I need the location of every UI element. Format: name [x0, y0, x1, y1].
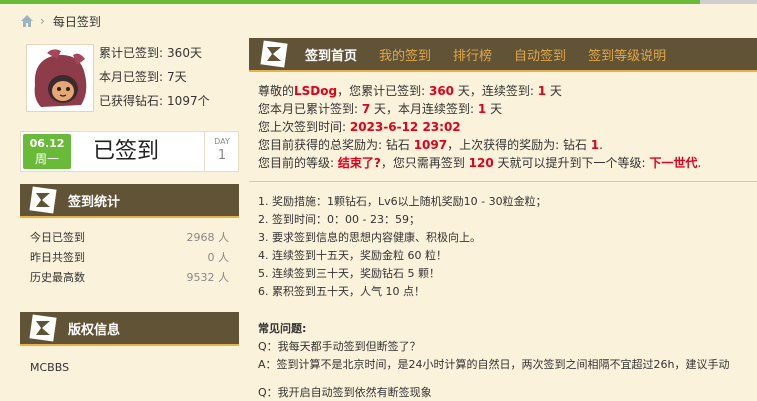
copyright-panel-header: 版权信息: [20, 312, 239, 346]
current-level: 结束了?: [337, 156, 381, 170]
info-text: 您目前获得的总奖励为: 钻石: [258, 138, 414, 152]
info-text: 天，本月连续签到:: [370, 102, 478, 116]
info-line-3: 您上次签到时间: 2023-6-12 23:02: [258, 118, 701, 136]
info-text: 天，连续签到:: [454, 84, 538, 98]
info-line-4: 您目前获得的总奖励为: 钻石 1097，上次获得的奖励为: 钻石 1.: [258, 136, 701, 154]
info-line-1: 尊敬的LSDog，您累计已签到: 360 天，连续签到: 1 天: [258, 82, 701, 100]
rule-item: 6. 累积签到五十天，人气 10 点！: [258, 285, 425, 298]
streak-days: 1: [537, 84, 547, 98]
stats-value: 9532 人: [186, 271, 230, 284]
info-text: .: [697, 156, 702, 170]
username[interactable]: LSDog: [294, 84, 337, 98]
info-line-2: 您本月已累计签到: 7 天，本月连续签到: 1 天: [258, 100, 701, 118]
total-signed-label: 累计已签到:: [99, 46, 164, 60]
rules-list: 1. 奖励措施：1颗钻石，Lv6以上随机奖励10 - 30粒金粒； 2. 签到时…: [258, 193, 547, 301]
faq-answer: A：签到计算不是北京时间，是24小时计算的自然日，两次签到之间相隔不宜超过26h…: [258, 358, 730, 371]
copyright-title: 版权信息: [68, 322, 121, 338]
info-text: 尊敬的: [258, 84, 295, 98]
rule-item: 1. 奖励措施：1颗钻石，Lv6以上随机奖励10 - 30粒金粒；: [258, 195, 547, 208]
info-text: ，您累计已签到:: [337, 84, 429, 98]
tab-sign-home[interactable]: 签到首页: [305, 45, 357, 64]
sign-status-box[interactable]: 06.12 周一 已签到 DAY 1: [20, 131, 239, 172]
rule-item: 4. 连续签到十五天，奖励金粒 60 粒！: [258, 249, 447, 262]
copyright-text: MCBBS: [30, 361, 70, 374]
top-bar-grey: [700, 0, 757, 4]
info-text: 您本月已累计签到:: [258, 102, 362, 116]
top-bar-green: [0, 0, 700, 4]
last-reward: 1: [590, 138, 600, 152]
days-needed: 120: [468, 156, 494, 170]
month-signed-value: 7天: [167, 70, 187, 84]
info-text: 天就可以提升到下一个等级:: [493, 156, 650, 170]
tab-ranking[interactable]: 排行榜: [453, 45, 492, 64]
faq-section: 常见问题: Q：我每天都手动签到但断签了？ A：签到计算不是北京时间，是24小时…: [258, 320, 757, 401]
stats-panel-header: 签到统计: [20, 184, 239, 218]
info-text: ，上次获得的奖励为: 钻石: [447, 138, 591, 152]
info-text: .: [599, 138, 603, 152]
stats-label: 今日已签到: [30, 231, 85, 244]
breadcrumb-current[interactable]: 每日签到: [53, 13, 101, 30]
info-text: 您上次签到时间:: [258, 120, 350, 134]
breadcrumb: › 每日签到: [20, 12, 101, 30]
user-stats: 累计已签到: 360天 本月已签到: 7天 已获得钻石: 1097个: [99, 44, 210, 116]
info-text: 您目前的等级:: [258, 156, 338, 170]
last-sign-time: 2023-6-12 23:02: [349, 120, 461, 134]
diamonds-value: 1097个: [167, 94, 210, 108]
rule-item: 3. 要求签到信息的思想内容健康、积极向上。: [258, 231, 481, 244]
info-text: 天: [546, 84, 562, 98]
stats-row-record: 历史最高数 9532 人: [20, 268, 239, 288]
info-text: 天: [486, 102, 503, 116]
stats-value: 0 人: [207, 251, 230, 264]
weekday-text: 周一: [34, 152, 59, 166]
month-streak: 1: [477, 102, 487, 116]
stats-row-yesterday: 昨日共签到 0 人: [20, 248, 239, 268]
diamonds-label: 已获得钻石:: [99, 94, 164, 108]
date-text: 06.12: [29, 137, 65, 150]
stats-row-today: 今日已签到 2968 人: [20, 228, 239, 248]
sign-info: 尊敬的LSDog，您累计已签到: 360 天，连续签到: 1 天 您本月已累计签…: [258, 82, 701, 172]
total-signed-value: 360天: [167, 46, 202, 60]
total-diamonds: 1097: [413, 138, 448, 152]
top-progress-bar: [0, 0, 757, 6]
day-label: DAY: [214, 137, 230, 146]
day-counter: DAY 1: [204, 132, 239, 171]
stats-label: 昨日共签到: [30, 251, 85, 264]
month-signed-label: 本月已签到:: [99, 70, 164, 84]
divider: [249, 181, 757, 182]
rule-item: 2. 签到时间：0：00 - 23：59；: [258, 213, 420, 226]
stats-value: 2968 人: [186, 231, 230, 244]
sign-logo-icon: [260, 40, 288, 68]
avatar[interactable]: [26, 44, 94, 112]
faq-title: 常见问题:: [258, 322, 307, 335]
month-days: 7: [361, 102, 371, 116]
home-icon[interactable]: [20, 14, 34, 28]
stats-label: 历史最高数: [30, 271, 85, 284]
avatar-image: [27, 45, 93, 111]
day-value: 1: [217, 148, 227, 163]
faq-spacer: [258, 374, 757, 384]
sign-logo-icon: [29, 314, 57, 342]
faq-question: Q：我每天都手动签到但断签了？: [258, 340, 421, 353]
sign-logo-icon: [29, 186, 57, 214]
stats-title: 签到统计: [68, 194, 121, 210]
main-tabs: 签到首页 我的签到 排行榜 自动签到 签到等级说明: [249, 38, 757, 72]
info-line-5: 您目前的等级: 结束了?，您只需再签到 120 天就可以提升到下一个等级: 下一…: [258, 154, 701, 172]
faq-question: Q：我开启自动签到依然有断签现象: [258, 386, 432, 399]
signed-status: 已签到: [93, 139, 160, 164]
stats-list: 今日已签到 2968 人 昨日共签到 0 人 历史最高数 9532 人: [20, 228, 239, 288]
tab-level-info[interactable]: 签到等级说明: [588, 45, 666, 64]
tab-my-sign[interactable]: 我的签到: [379, 45, 431, 64]
next-level: 下一世代: [649, 156, 698, 170]
tab-auto-sign[interactable]: 自动签到: [514, 45, 566, 64]
info-text: ，您只需再签到: [380, 156, 469, 170]
total-days: 360: [428, 84, 455, 98]
breadcrumb-separator: ›: [40, 14, 45, 28]
rule-item: 5. 连续签到三十天，奖励钻石 5 颗！: [258, 267, 440, 280]
date-badge: 06.12 周一: [23, 134, 71, 169]
